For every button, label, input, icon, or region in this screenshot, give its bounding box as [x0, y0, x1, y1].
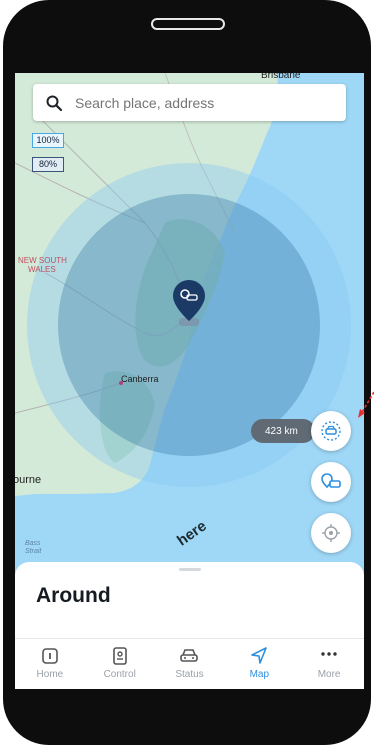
map-label-nsw: NEW SOUTH WALES [18, 256, 67, 274]
around-sheet[interactable]: Around [15, 562, 364, 640]
search-bar[interactable] [33, 84, 346, 121]
range-distance-badge: 423 km [251, 419, 315, 443]
my-location-button[interactable] [311, 513, 351, 553]
map-label-bass-line2: Strait [25, 548, 42, 555]
car-icon [180, 649, 199, 662]
tab-home[interactable]: Home [15, 639, 85, 689]
home-icon [42, 648, 58, 664]
navigation-arrow-icon [251, 647, 268, 664]
phone-frame: 100% 80% Brisbane NEW SOUTH WALES Canber… [0, 0, 374, 745]
app-screen: 100% 80% Brisbane NEW SOUTH WALES Canber… [15, 73, 364, 689]
map-label-melbourne: ourne [15, 474, 42, 486]
range-view-button[interactable] [311, 411, 351, 451]
sheet-drag-handle[interactable] [179, 568, 201, 571]
vehicle-location-button[interactable] [311, 462, 351, 502]
map-canvas[interactable] [15, 73, 364, 573]
search-input[interactable] [73, 93, 327, 112]
tab-control-label: Control [103, 669, 136, 680]
tab-map-label: Map [249, 669, 270, 680]
legend-80-chip: 80% [32, 157, 64, 172]
map-label-bass-line1: Bass [25, 540, 41, 547]
bottom-tab-bar: Home Control Status Map More [15, 638, 364, 689]
tab-more-label: More [317, 669, 341, 680]
tab-status-label: Status [175, 669, 204, 680]
map-label-canberra: Canberra [121, 374, 159, 384]
phone-speaker [151, 18, 225, 30]
range-car-icon [321, 421, 341, 441]
car-pin-icon [321, 473, 341, 489]
map-label-bass-strait: Bass Strait [25, 540, 41, 556]
tab-control[interactable]: Control [85, 639, 155, 689]
tab-status[interactable]: Status [155, 639, 225, 689]
control-icon [112, 647, 127, 665]
search-icon [46, 95, 63, 111]
sheet-title: Around [36, 584, 111, 607]
map-label-brisbane: Brisbane [261, 73, 301, 81]
legend-100-chip: 100% [32, 133, 64, 148]
map-label-nsw-line1: NEW SOUTH [18, 256, 67, 265]
tab-map[interactable]: Map [224, 639, 294, 689]
tab-home-label: Home [36, 669, 64, 680]
more-dots-icon [321, 652, 337, 656]
map-label-nsw-line2: WALES [28, 265, 56, 274]
crosshair-icon [322, 524, 340, 542]
annotation-arrow-icon [358, 391, 374, 418]
tab-more[interactable]: More [294, 639, 364, 689]
